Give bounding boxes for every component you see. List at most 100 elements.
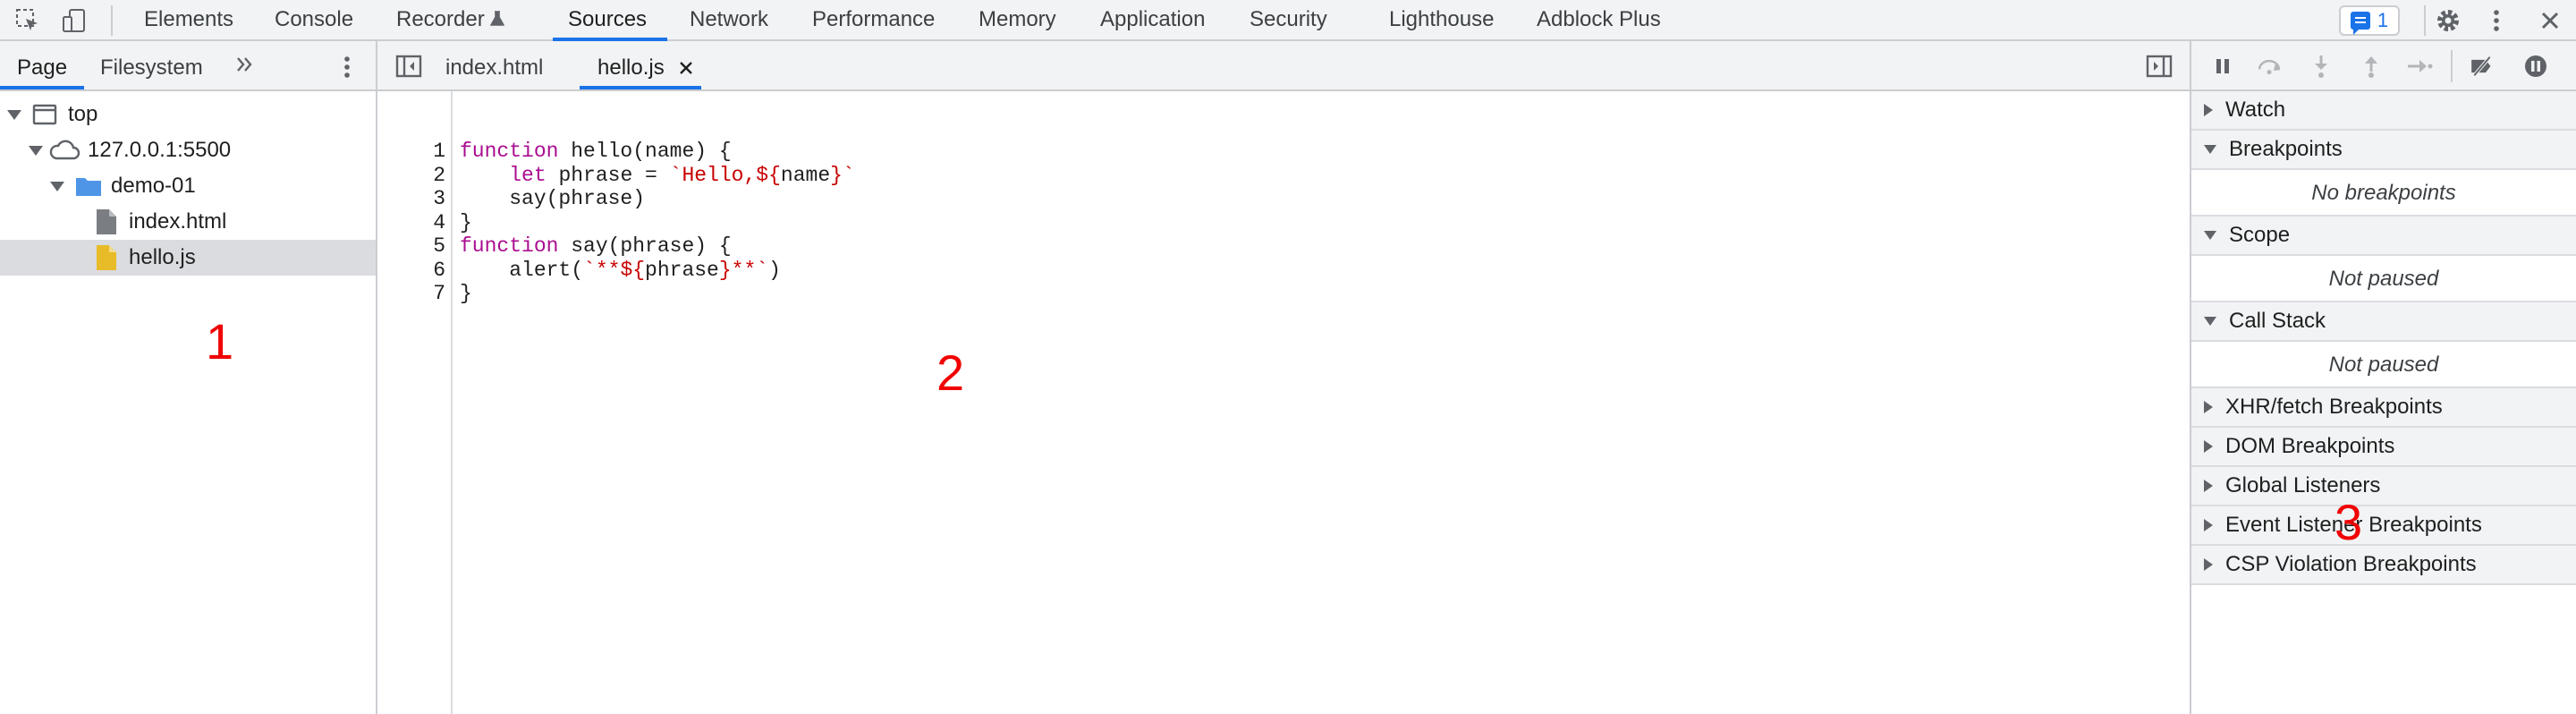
code-token: `Hello,${ [669,163,781,187]
line-number[interactable]: 1 [377,140,445,164]
device-toolbar-icon[interactable] [61,7,88,34]
tree-item-file-index-html[interactable]: index.html [0,204,376,240]
editor-tabs: index.html hello.js [377,41,2190,91]
section-title: CSP Violation Breakpoints [2225,552,2477,576]
code-token: } [460,210,472,234]
pause-on-exceptions-icon[interactable] [2522,53,2549,80]
close-tab-icon[interactable] [679,61,693,75]
collapsed-arrow-icon [2204,440,2213,453]
code-token: alert( [460,258,584,282]
section-event-listener-breakpoints[interactable]: Event Listener Breakpoints [2191,506,2576,546]
code-text: say(phrase) [460,187,645,211]
line-number[interactable]: 3 [377,187,445,211]
step-over-icon[interactable] [2256,53,2283,80]
tree-item-file-hello-js[interactable]: hello.js [0,240,376,276]
tree-item-folder[interactable]: demo-01 [0,168,376,204]
expanded-arrow-icon [2204,317,2216,326]
line-number[interactable]: 4 [377,211,445,235]
code-token: name [780,163,831,187]
tab-elements[interactable]: Elements [144,0,233,41]
code-token: say(phrase) { [558,234,732,258]
issues-badge[interactable]: 1 [2339,5,2400,36]
section-breakpoints[interactable]: Breakpoints [2191,131,2576,170]
section-xhr-breakpoints[interactable]: XHR/fetch Breakpoints [2191,388,2576,428]
step-into-icon[interactable] [2308,53,2334,80]
inspect-element-icon[interactable] [14,7,41,34]
code-token: say(phrase) [460,187,646,210]
toolbar-divider [2424,5,2426,36]
tab-performance[interactable]: Performance [812,0,935,41]
section-call-stack[interactable]: Call Stack [2191,302,2576,342]
collapsed-arrow-icon [2204,104,2213,116]
scope-empty-message: Not paused [2191,256,2576,302]
section-title: Call Stack [2229,309,2326,333]
tab-sources[interactable]: Sources [568,0,647,41]
code-token: }**` [718,258,769,282]
active-editor-tab-indicator [580,86,701,89]
line-number[interactable]: 5 [377,234,445,259]
expand-arrow-icon[interactable] [7,109,21,120]
section-csp-violation-breakpoints[interactable]: CSP Violation Breakpoints [2191,546,2576,585]
experiment-flask-icon [489,11,504,26]
tab-filesystem[interactable]: Filesystem [100,41,203,89]
deactivate-breakpoints-icon[interactable] [2469,53,2496,80]
code-token: phrase = [546,163,670,187]
section-scope[interactable]: Scope [2191,217,2576,256]
more-options-icon[interactable] [2483,7,2510,34]
step-out-icon[interactable] [2358,53,2385,80]
script-file-icon [97,245,116,270]
collapsed-arrow-icon [2204,401,2213,413]
line-number[interactable]: 7 [377,282,445,306]
frame-window-icon [32,104,57,125]
tab-security[interactable]: Security [1250,0,1327,41]
code-text: alert(`**${phrase}**`) [460,259,781,283]
section-global-listeners[interactable]: Global Listeners [2191,467,2576,506]
tab-page[interactable]: Page [17,41,67,89]
section-dom-breakpoints[interactable]: DOM Breakpoints [2191,428,2576,467]
tab-adblock-plus[interactable]: Adblock Plus [1537,0,1661,41]
section-watch[interactable]: Watch [2191,91,2576,131]
line-number[interactable]: 6 [377,259,445,283]
code-token: hello(name) { [558,140,732,163]
section-title: Scope [2229,223,2291,247]
code-token: function [460,234,559,258]
tree-item-label: demo-01 [111,174,196,198]
tree-item-label: hello.js [129,245,196,269]
editor-tab-index-html[interactable]: index.html [445,41,543,89]
expand-arrow-icon[interactable] [50,181,64,191]
settings-gear-icon[interactable] [2435,7,2462,34]
tree-item-top[interactable]: top [0,97,376,132]
navigator-menu-icon[interactable] [343,55,351,85]
section-title: DOM Breakpoints [2225,434,2395,458]
tab-network[interactable]: Network [690,0,768,41]
navigator-tabs: Page Filesystem [0,41,376,91]
tab-console[interactable]: Console [275,0,353,41]
code-text: } [460,282,472,306]
call-stack-empty-message: Not paused [2191,342,2576,388]
line-number[interactable]: 2 [377,164,445,188]
cloud-icon [49,140,80,160]
tab-recorder[interactable]: Recorder [396,0,504,41]
close-icon[interactable] [2537,7,2563,34]
toggle-debugger-icon[interactable] [2146,55,2173,84]
code-text: function hello(name) { [460,140,732,164]
more-tabs-chevron-icon[interactable] [234,54,256,81]
document-file-icon [97,209,116,234]
collapsed-arrow-icon [2204,480,2213,492]
tab-lighthouse[interactable]: Lighthouse [1389,0,1494,41]
pause-icon[interactable] [2209,53,2236,80]
toolbar-divider [2451,50,2453,82]
code-token: } [460,282,472,305]
code-editor-panel: index.html hello.js 1 function hello(name… [377,41,2190,714]
tree-item-label: 127.0.0.1:5500 [88,138,232,162]
collapsed-arrow-icon [2204,519,2213,531]
tab-memory[interactable]: Memory [979,0,1056,41]
editor-tab-hello-js[interactable]: hello.js [597,41,693,89]
section-title: Breakpoints [2229,137,2343,161]
tab-application[interactable]: Application [1100,0,1205,41]
step-icon[interactable] [2406,53,2433,80]
tree-item-host[interactable]: 127.0.0.1:5500 [0,132,376,168]
expand-arrow-icon[interactable] [29,145,43,156]
toggle-navigator-icon[interactable] [395,55,422,84]
